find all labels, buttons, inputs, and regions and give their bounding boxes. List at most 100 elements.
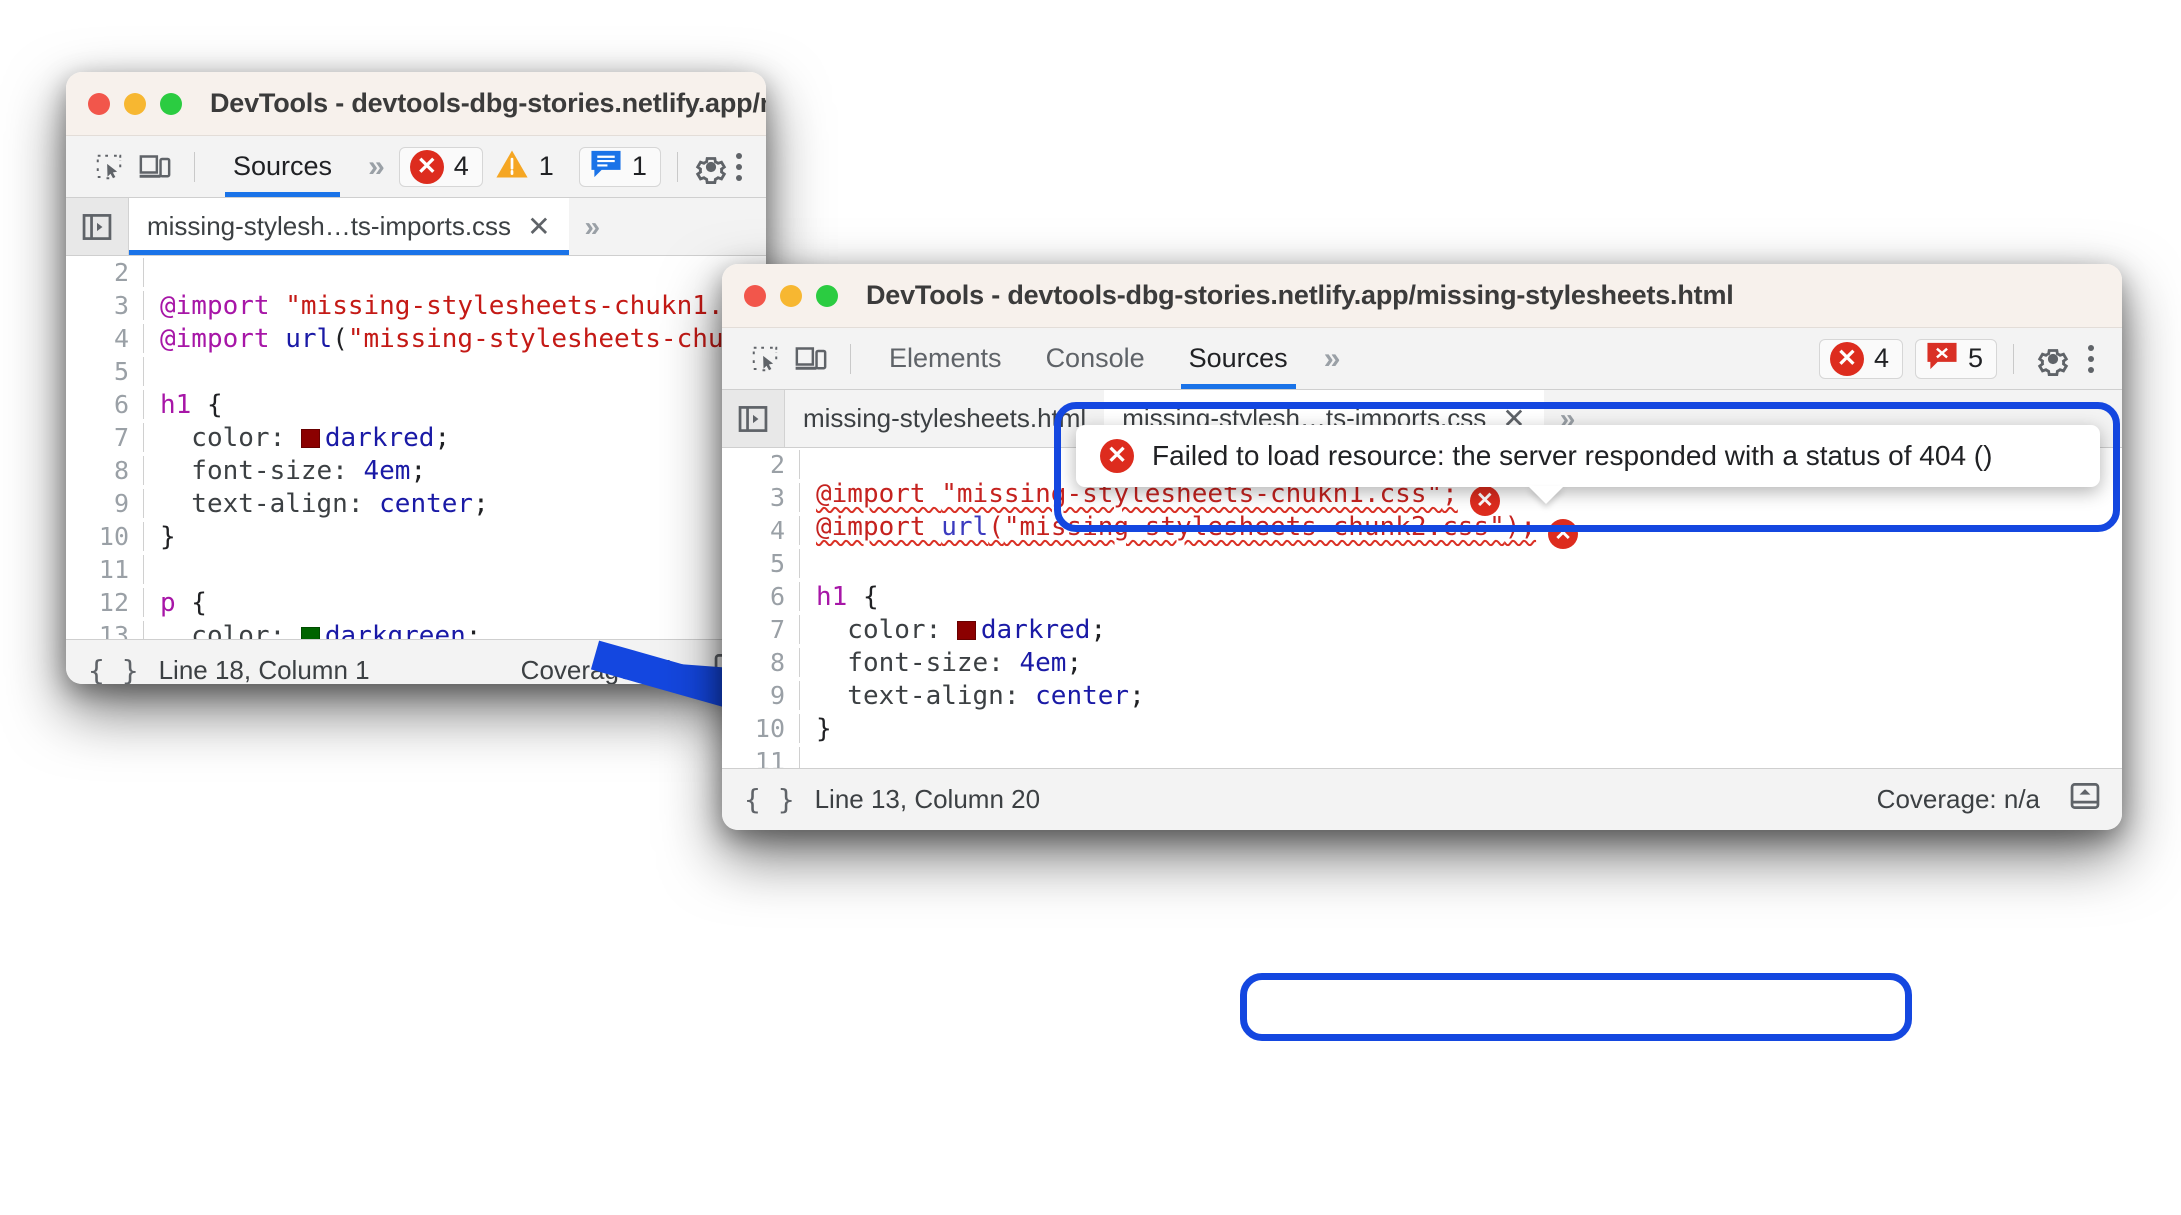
pretty-print-braces-icon[interactable]: { } xyxy=(88,654,139,684)
device-toolbar-icon[interactable] xyxy=(132,144,178,190)
line-number: 3 xyxy=(722,483,800,512)
console-error-count-badge[interactable]: 5 xyxy=(1914,338,1997,379)
window-1-devtools-toolbar[interactable]: Sources » ✕ 4 1 1 xyxy=(66,136,766,198)
code-token: ; xyxy=(1090,614,1107,645)
screenshot-root: DevTools - devtools-dbg-stories.netlify.… xyxy=(0,0,2181,1215)
code-line[interactable]: 12 p { xyxy=(66,586,766,619)
inspect-element-icon[interactable] xyxy=(86,144,132,190)
window-2-devtools-toolbar[interactable]: Elements Console Sources » ✕ 4 5 xyxy=(722,328,2122,390)
window-1-badges[interactable]: ✕ 4 1 1 xyxy=(398,146,661,187)
tab-sources[interactable]: Sources xyxy=(211,136,354,197)
window-1-code-editor[interactable]: 2 3 @import "missing-stylesheets-chukn1.cs… xyxy=(66,256,766,639)
window-2-titlebar[interactable]: DevTools - devtools-dbg-stories.netlify.… xyxy=(722,264,2122,328)
traffic-lights-2[interactable] xyxy=(744,284,838,307)
code-token: ; xyxy=(465,620,482,640)
code-text: color: darkred; xyxy=(144,423,450,453)
warning-count-badge[interactable]: 1 xyxy=(495,147,567,187)
window-2-code-editor[interactable]: 2 3 @import "missing-stylesheets-chukn1.cs… xyxy=(722,448,2122,768)
color-swatch[interactable] xyxy=(956,620,976,640)
code-token: 4em xyxy=(1019,647,1067,678)
code-line[interactable]: 7 color: darkred; xyxy=(722,613,2122,646)
line-error-icon[interactable]: ✕ xyxy=(1469,485,1500,516)
show-navigator-icon[interactable] xyxy=(66,198,129,255)
code-line[interactable]: 4@import url("missing-stylesheets-chunk2… xyxy=(722,512,2122,549)
tab-sources[interactable]: Sources xyxy=(1167,328,1310,389)
code-line[interactable]: 10} xyxy=(722,712,2122,745)
code-line[interactable]: 3 @import "missing-stylesheets-chukn1.css… xyxy=(66,289,766,322)
gear-icon[interactable] xyxy=(694,144,728,190)
code-token: h1 xyxy=(816,581,848,612)
code-line[interactable]: 6 h1 { xyxy=(722,580,2122,613)
maximize-window-button[interactable] xyxy=(160,92,182,115)
error-count-badge[interactable]: ✕ 4 xyxy=(398,146,483,187)
code-text: h1 { xyxy=(144,390,223,420)
code-line[interactable]: 11 xyxy=(66,553,766,586)
code-line[interactable]: 9 text-align: center; xyxy=(722,679,2122,712)
code-line[interactable]: 8 font-size: 4em; xyxy=(66,454,766,487)
window-1-titlebar[interactable]: DevTools - devtools-dbg-stories.netlify.… xyxy=(66,72,766,136)
inspect-element-icon[interactable] xyxy=(742,336,788,382)
tab-elements[interactable]: Elements xyxy=(867,328,1024,389)
show-drawer-icon[interactable] xyxy=(2070,781,2100,818)
code-line[interactable]: 9 text-align: center; xyxy=(66,487,766,520)
minimize-window-button[interactable] xyxy=(124,92,146,115)
file-tab-html[interactable]: missing-stylesheets.html xyxy=(785,390,1105,447)
pretty-print-braces-icon[interactable]: { } xyxy=(744,783,795,816)
window-2-panel-tabs[interactable]: Elements Console Sources » xyxy=(867,328,1354,389)
code-token: url xyxy=(285,323,333,354)
tab-console-label: Console xyxy=(1045,343,1145,373)
code-line[interactable]: 10} xyxy=(66,520,766,553)
window-2-badges[interactable]: ✕ 4 5 xyxy=(1818,338,1997,379)
line-error-icon[interactable]: ✕ xyxy=(1548,518,1579,549)
code-text: font-size: 4em; xyxy=(144,456,426,486)
show-navigator-icon[interactable] xyxy=(722,390,785,447)
color-swatch[interactable] xyxy=(300,428,320,448)
close-window-button[interactable] xyxy=(88,92,110,115)
code-line[interactable]: 11 xyxy=(722,745,2122,768)
chevron-double-right-icon[interactable]: » xyxy=(1310,342,1355,376)
window-2-status-bar[interactable]: { } Line 13, Column 20 Coverage: n/a xyxy=(722,768,2122,830)
close-window-button[interactable] xyxy=(744,284,766,307)
error-count: 4 xyxy=(453,151,469,181)
kebab-menu-icon[interactable] xyxy=(2076,336,2106,382)
maximize-window-button[interactable] xyxy=(816,284,838,307)
devtools-window-1[interactable]: DevTools - devtools-dbg-stories.netlify.… xyxy=(66,72,766,684)
code-line[interactable]: 2 xyxy=(66,256,766,289)
window-1-file-tabs[interactable]: missing-stylesh…ts-imports.css ✕ » xyxy=(66,198,766,256)
file-tab-css[interactable]: missing-stylesh…ts-imports.css ✕ xyxy=(129,198,569,255)
message-count-badge[interactable]: 1 xyxy=(578,146,661,187)
code-text: @import "missing-stylesheets-chukn1.css"… xyxy=(144,291,766,321)
kebab-menu-icon[interactable] xyxy=(728,144,750,190)
traffic-lights[interactable] xyxy=(88,92,182,115)
minimize-window-button[interactable] xyxy=(780,284,802,307)
close-icon[interactable]: ✕ xyxy=(527,212,550,241)
code-line[interactable]: 5 xyxy=(722,547,2122,580)
code-line[interactable]: 4@import url("missing-stylesheets-chunk2… xyxy=(66,322,766,355)
error-count-badge[interactable]: ✕ 4 xyxy=(1818,338,1903,379)
line-number: 8 xyxy=(722,648,800,677)
window-1-title: DevTools - devtools-dbg-stories.netlify.… xyxy=(210,88,766,118)
chevron-double-right-icon[interactable]: » xyxy=(569,198,617,255)
code-token: p xyxy=(160,587,176,618)
code-token: ; xyxy=(410,455,427,486)
chevron-double-right-icon[interactable]: » xyxy=(354,150,399,184)
code-token: h1 xyxy=(160,389,192,420)
code-line[interactable]: 5 xyxy=(66,355,766,388)
window-1-panel-tabs[interactable]: Sources » xyxy=(211,136,399,197)
code-line[interactable]: 8 font-size: 4em; xyxy=(722,646,2122,679)
line-number: 13 xyxy=(66,621,144,639)
gear-icon[interactable] xyxy=(2030,336,2076,382)
cursor-position: Line 13, Column 20 xyxy=(814,784,1041,814)
toolbar-divider xyxy=(850,343,851,374)
message-red-icon xyxy=(1926,341,1958,376)
tab-console[interactable]: Console xyxy=(1024,328,1167,389)
code-line[interactable]: 7 color: darkred; xyxy=(66,421,766,454)
code-token: color: xyxy=(160,422,301,453)
devtools-window-2[interactable]: DevTools - devtools-dbg-stories.netlify.… xyxy=(722,264,2122,830)
error-tooltip: ✕ Failed to load resource: the server re… xyxy=(1076,425,2100,487)
device-toolbar-icon[interactable] xyxy=(788,336,834,382)
toolbar-divider-2 xyxy=(2013,343,2014,374)
code-line[interactable]: 6 h1 { xyxy=(66,388,766,421)
code-token: center xyxy=(1035,680,1130,711)
color-swatch[interactable] xyxy=(300,626,320,639)
